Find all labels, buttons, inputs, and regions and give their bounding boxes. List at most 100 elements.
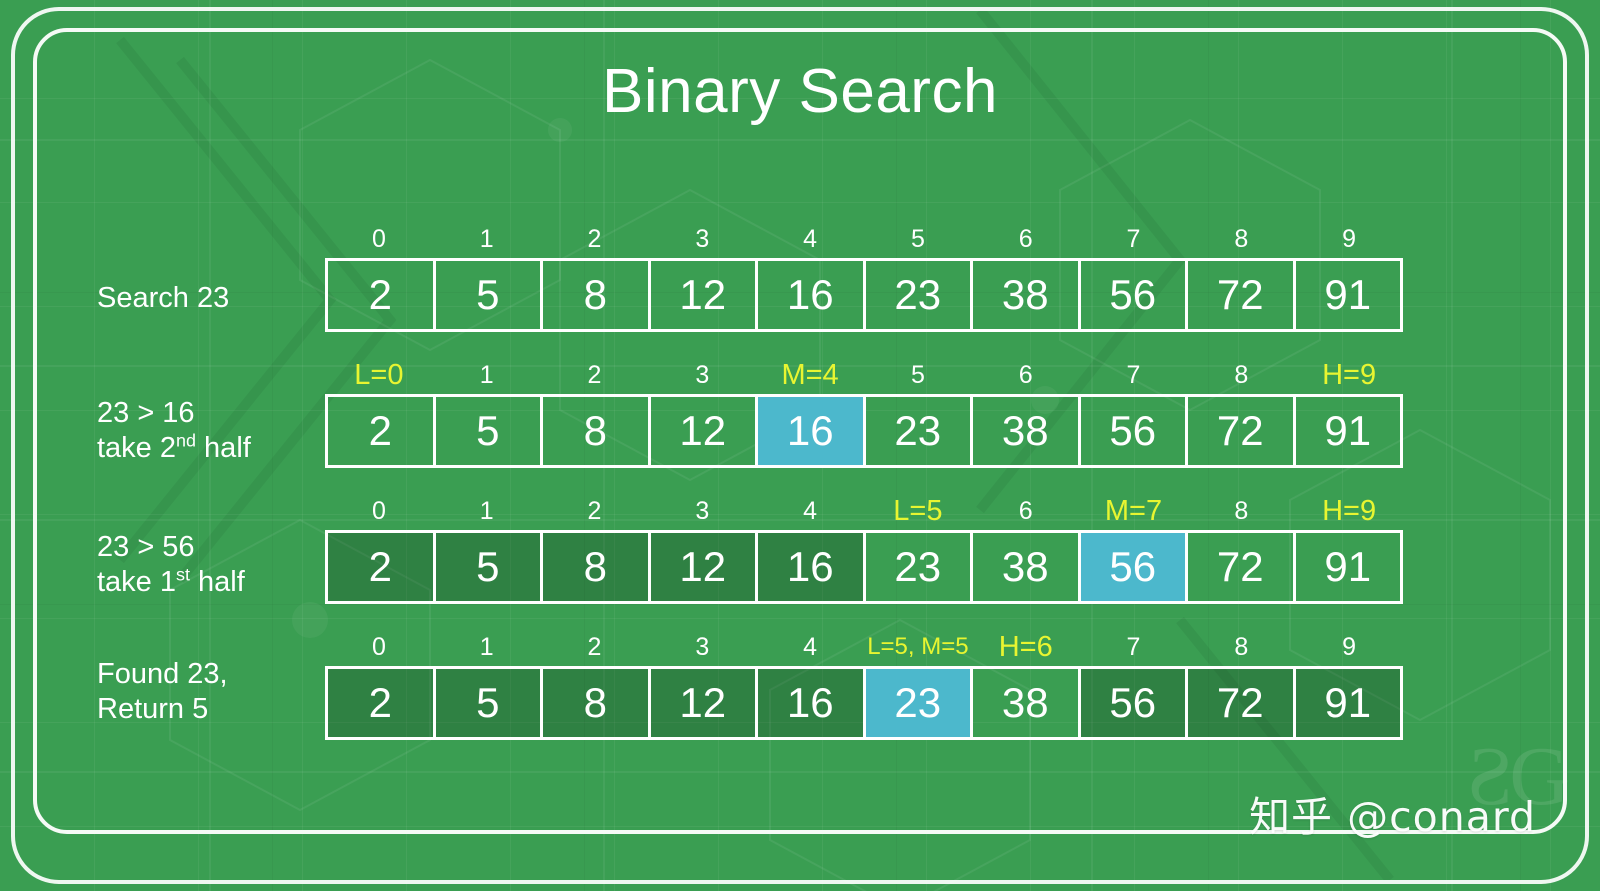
array-cell: 38 [970,258,1081,332]
step-caption-line-2: take 2nd half [97,430,251,465]
array-cell: 5 [432,530,543,604]
pointer-label-5: L=5, M=5 [867,633,969,660]
array-step-2: 0 1 2 3 4 L=5 6 M=7 8 H=9 2 5 8 12 16 23 38 56 72 91 [325,495,1403,604]
index-label-1: 1 [479,497,494,525]
index-label-9: 9 [1342,225,1357,253]
array-row: 2 5 8 12 16 23 38 56 72 91 [325,258,1403,332]
step-caption-0: Search 23 [97,281,327,316]
array-cell: 72 [1185,394,1296,468]
array-cell: 16 [755,394,866,468]
array-cell: 91 [1292,666,1403,740]
step-caption-3: Found 23, Return 5 [97,657,327,728]
index-label-5: 5 [910,225,925,253]
step-caption-line-2: Return 5 [97,693,209,726]
index-label-6: 6 [1018,361,1033,389]
index-label-1: 1 [479,225,494,253]
step-caption-1: 23 > 16 take 2nd half [97,396,327,467]
array-cell: 56 [1077,394,1188,468]
array-step-3: 0 1 2 3 4 L=5, M=5 H=6 7 8 9 2 5 8 12 16 23 38 56 72 91 [325,631,1403,740]
array-cell: 12 [647,530,758,604]
array-cell: 16 [755,530,866,604]
step-caption-line-2: take 1st half [97,564,245,599]
index-label-4: 4 [803,497,818,525]
array-cell: 8 [540,258,651,332]
index-label-7: 7 [1126,361,1141,389]
index-label-4: 4 [803,633,818,661]
index-label-3: 3 [695,361,710,389]
index-label-row: 0 1 2 3 4 L=5 6 M=7 8 H=9 [325,494,1403,528]
index-label-2: 2 [587,225,602,253]
index-label-0: 0 [371,225,386,253]
index-label-2: 2 [587,497,602,525]
index-label-8: 8 [1234,633,1249,661]
index-label-row: 0 1 2 3 4 L=5, M=5 H=6 7 8 9 [325,630,1403,664]
array-cell: 16 [755,258,866,332]
index-label-8: 8 [1234,225,1249,253]
index-label-0: 0 [371,633,386,661]
array-cell: 91 [1292,258,1403,332]
array-cell: 2 [325,530,436,604]
array-cell: 5 [432,666,543,740]
array-cell: 2 [325,666,436,740]
array-cell: 23 [862,258,973,332]
array-cell: 16 [755,666,866,740]
index-label-6: 6 [1018,497,1033,525]
array-cell: 2 [325,258,436,332]
array-row: 2 5 8 12 16 23 38 56 72 91 [325,530,1403,604]
array-cell: 72 [1185,666,1296,740]
array-row: 2 5 8 12 16 23 38 56 72 91 [325,394,1403,468]
index-label-5: 5 [910,361,925,389]
index-label-1: 1 [479,633,494,661]
index-label-2: 2 [587,633,602,661]
index-label-8: 8 [1234,361,1249,389]
array-cell: 8 [540,530,651,604]
index-label-0: 0 [371,497,386,525]
pointer-label-0: L=0 [354,359,404,391]
array-cell: 91 [1292,394,1403,468]
step-caption-2: 23 > 56 take 1st half [97,530,327,601]
step-caption-line-1: Search 23 [97,282,230,314]
array-cell: 91 [1292,530,1403,604]
array-cell: 12 [647,666,758,740]
index-label-3: 3 [695,633,710,661]
pointer-label-9: H=9 [1322,359,1377,391]
pointer-label-4: M=4 [781,359,839,391]
array-cell: 12 [647,394,758,468]
array-cell: 38 [970,394,1081,468]
index-label-3: 3 [695,225,710,253]
array-cell: 5 [432,258,543,332]
step-caption-line-1: Found 23, [97,658,228,690]
index-label-3: 3 [695,497,710,525]
pointer-label-9: H=9 [1322,495,1377,527]
pointer-label-5: L=5 [893,495,943,527]
array-cell: 5 [432,394,543,468]
pointer-label-7: M=7 [1104,495,1163,527]
index-label-1: 1 [479,361,494,389]
index-label-6: 6 [1018,225,1033,253]
array-cell: 23 [862,530,973,604]
watermark-attribution: 知乎 @conard [1249,793,1536,841]
array-cell: 8 [540,394,651,468]
index-label-7: 7 [1126,633,1141,661]
array-step-1: L=0 1 2 3 M=4 5 6 7 8 H=9 2 5 8 12 16 23 38 56 72 91 [325,359,1403,468]
array-row: 2 5 8 12 16 23 38 56 72 91 [325,666,1403,740]
array-cell: 38 [970,530,1081,604]
index-label-9: 9 [1342,633,1357,661]
array-cell: 12 [647,258,758,332]
array-cell: 72 [1185,258,1296,332]
binary-search-diagram: Search 23 0 1 2 3 4 5 6 7 8 9 2 5 8 12 16 23 38 56 72 91 23 >… [0,0,1600,891]
index-label-2: 2 [587,361,602,389]
array-cell: 23 [862,666,973,740]
pointer-label-6: H=6 [998,631,1053,663]
array-cell: 56 [1077,666,1188,740]
array-cell: 56 [1077,530,1188,604]
array-cell: 8 [540,666,651,740]
array-cell: 38 [970,666,1081,740]
array-step-0: 0 1 2 3 4 5 6 7 8 9 2 5 8 12 16 23 38 56 72 91 [325,225,1403,332]
index-label-row: 0 1 2 3 4 5 6 7 8 9 [325,222,1403,256]
index-label-7: 7 [1126,225,1141,253]
index-label-row: L=0 1 2 3 M=4 5 6 7 8 H=9 [325,358,1403,392]
index-label-8: 8 [1234,497,1249,525]
slide-canvas: Binary Search Search 23 0 1 2 3 4 5 6 7 8 9 2 5 8 12 16… [0,0,1600,891]
array-cell: 72 [1185,530,1296,604]
